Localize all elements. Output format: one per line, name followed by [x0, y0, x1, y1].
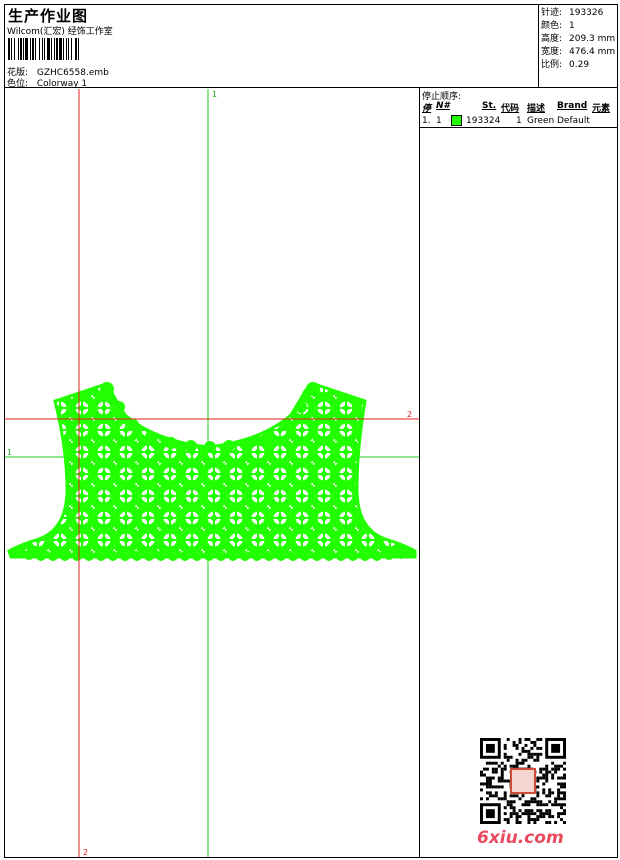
- row-brand: Default: [557, 116, 590, 126]
- column-desc: 描述: [527, 104, 546, 114]
- row-stop: 1.: [422, 116, 431, 126]
- watermark-logo: 6xiu.com: [477, 828, 564, 848]
- stat-label: 针迹:: [541, 8, 563, 18]
- colorway-row: 色位: Colorway 1: [7, 76, 87, 89]
- seal-stamp: [510, 768, 536, 794]
- row-stitches: 193324: [466, 116, 501, 126]
- guide-label-red-bottom: 2: [83, 848, 88, 857]
- stat-label: 颜色:: [541, 21, 563, 31]
- stat-height: 高度: 209.3 mm: [541, 31, 615, 44]
- design-canvas: 1 1 2 2: [5, 89, 419, 857]
- column-element: 元素: [592, 104, 611, 114]
- table-divider: [420, 127, 618, 128]
- stat-label: 比例:: [541, 60, 563, 70]
- header: 生产作业图 Wilcom(汇宏) 经饰工作室 花版: GZHC6558.emb …: [4, 4, 618, 89]
- stat-stitches: 针迹: 193326: [541, 5, 603, 18]
- stat-width: 宽度: 476.4 mm: [541, 44, 615, 57]
- guide-label-green-left: 1: [7, 448, 12, 457]
- stat-label: 宽度:: [541, 47, 563, 57]
- guide-label-green-top: 1: [212, 90, 217, 99]
- stat-value: 476.4 mm: [569, 47, 616, 57]
- column-n: N#: [436, 101, 450, 111]
- guide-label-red-right: 2: [407, 410, 412, 419]
- column-code: 代码: [501, 104, 520, 114]
- row-code: 1: [516, 116, 522, 126]
- stat-label: 高度:: [541, 34, 563, 44]
- barcode-image: [8, 38, 79, 60]
- colorway-label: 色位:: [7, 79, 29, 89]
- page-title: 生产作业图: [8, 7, 89, 25]
- stat-colors: 颜色: 1: [541, 18, 575, 31]
- stat-scale: 比例: 0.29: [541, 57, 589, 70]
- lace-embroidery: [7, 383, 417, 559]
- stat-value: 0.29: [569, 60, 590, 70]
- column-stop: 停: [422, 104, 432, 114]
- row-n: 1: [436, 116, 442, 126]
- column-st: St.: [482, 101, 497, 111]
- color-swatch: [451, 115, 462, 126]
- stats-panel: 针迹: 193326 颜色: 1 高度: 209.3 mm 宽度: 476.4 mm 比…: [538, 4, 618, 88]
- design-preview: 1 1 2 2: [5, 89, 419, 857]
- colorway-value: Colorway 1: [36, 79, 88, 89]
- row-desc: Green: [527, 116, 555, 126]
- stat-value: 209.3 mm: [569, 34, 616, 44]
- stat-value: 1: [569, 21, 575, 31]
- column-brand: Brand: [557, 101, 588, 111]
- company-name: Wilcom(汇宏) 经饰工作室: [7, 27, 113, 37]
- stat-value: 193326: [569, 8, 604, 18]
